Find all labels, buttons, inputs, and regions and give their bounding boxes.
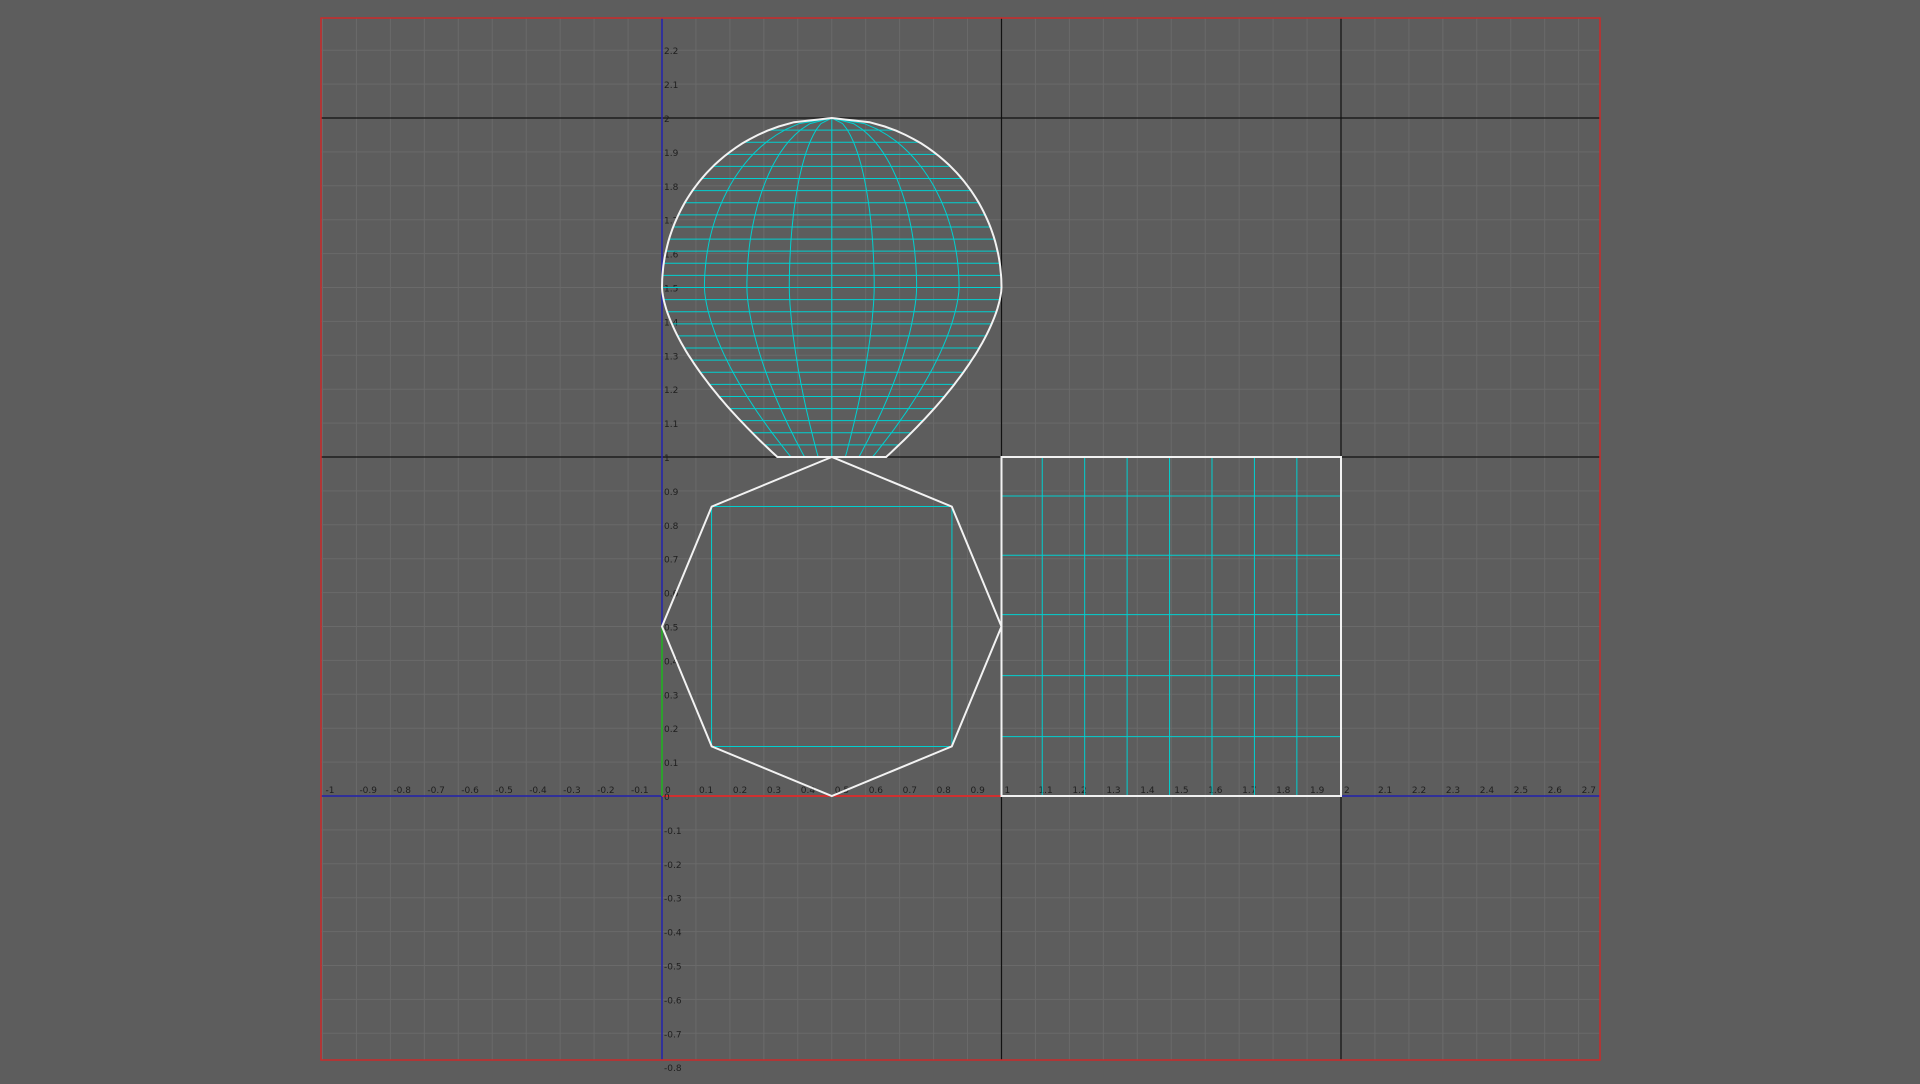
v-tick-label: 2.2 (664, 47, 678, 57)
v-tick-label: 0.8 (664, 522, 679, 532)
v-tick-label: 0.9 (664, 488, 679, 498)
v-tick-label: -0.8 (664, 1064, 682, 1074)
u-tick-label: 1.3 (1106, 786, 1120, 796)
u-tick-label: -0.4 (529, 786, 547, 796)
v-tick-label: -0.5 (664, 963, 682, 973)
u-tick-label: 1.6 (1208, 786, 1223, 796)
u-tick-label: 2.5 (1514, 786, 1528, 796)
v-tick-label: -0.7 (664, 1030, 682, 1040)
u-tick-label: 2.2 (1412, 786, 1426, 796)
v-tick-label: 1.2 (664, 386, 678, 396)
v-tick-label: 1.8 (664, 183, 679, 193)
u-tick-label: -0.2 (597, 786, 615, 796)
u-tick-label: 2.6 (1548, 786, 1563, 796)
u-tick-label: 0.9 (971, 786, 986, 796)
uv-grid (321, 18, 1600, 1060)
v-tick-label: 2.1 (664, 81, 678, 91)
u-tick-label: -0.9 (359, 786, 377, 796)
uv-editor-viewport[interactable]: -1 -0.9 -0.8 -0.7 -0.6 -0.5 -0.4 -0.3 -0.2 -0.1 0 0… (0, 0, 1920, 1080)
u-tick-label: -0.1 (631, 786, 649, 796)
u-tick-label: -0.5 (495, 786, 513, 796)
u-tick-label: 2.4 (1480, 786, 1495, 796)
uv-axes (321, 18, 1600, 1060)
v-tick-label: 0.2 (664, 725, 678, 735)
u-tick-label: -0.7 (427, 786, 445, 796)
u-tick-label: -0.8 (393, 786, 411, 796)
uv-canvas[interactable]: -1 -0.9 -0.8 -0.7 -0.6 -0.5 -0.4 -0.3 -0.2 -0.1 0 0… (0, 0, 1920, 1080)
u-tick-label: 1.4 (1140, 786, 1155, 796)
u-tick-label: 1.8 (1276, 786, 1291, 796)
uv-tile-lines (321, 18, 1600, 1060)
uv-tick-labels: -1 -0.9 -0.8 -0.7 -0.6 -0.5 -0.4 -0.3 -0.2 -0.1 0 0… (326, 47, 1596, 1074)
uv-frame-border (320, 17, 1601, 1061)
u-tick-label: -1 (326, 786, 335, 796)
u-tick-label: 1.5 (1174, 786, 1188, 796)
u-tick-label: 0.1 (699, 786, 713, 796)
sphere-uv-shell[interactable] (660, 116, 1003, 458)
u-tick-label: 2 (1344, 786, 1350, 796)
v-tick-label: -0.1 (664, 827, 682, 837)
u-tick-label: 0.7 (903, 786, 917, 796)
v-tick-label: -0.4 (664, 929, 682, 939)
v-tick-label: 1.3 (664, 352, 678, 362)
u-tick-label: 1.1 (1038, 786, 1052, 796)
v-tick-label: 0.3 (664, 691, 678, 701)
v-tick-label: -0.6 (664, 996, 682, 1006)
v-tick-label: 1.9 (664, 149, 679, 159)
u-tick-label: 1 (1005, 786, 1011, 796)
v-tick-label: 0.5 (664, 624, 678, 634)
u-tick-label: -0.3 (563, 786, 581, 796)
u-tick-label: -0.6 (461, 786, 479, 796)
v-tick-label: 1 (664, 454, 670, 464)
u-tick-label: 2.1 (1378, 786, 1392, 796)
u-tick-label: 0.8 (937, 786, 952, 796)
v-tick-label: 2 (664, 115, 670, 125)
u-tick-label: 1.9 (1310, 786, 1325, 796)
u-tick-label: 0.6 (869, 786, 884, 796)
v-tick-label: 1.5 (664, 285, 678, 295)
v-tick-label: 0.1 (664, 759, 678, 769)
v-tick-label: -0.2 (664, 861, 682, 871)
v-tick-label: 1.1 (664, 420, 678, 430)
v-tick-label: 0 (664, 793, 670, 803)
u-tick-label: 0.2 (733, 786, 747, 796)
v-tick-label: -0.3 (664, 895, 682, 905)
u-tick-label: 2.7 (1582, 786, 1596, 796)
v-tick-label: 0.7 (664, 556, 678, 566)
u-tick-label: 0.3 (767, 786, 781, 796)
u-tick-label: 2.3 (1446, 786, 1460, 796)
